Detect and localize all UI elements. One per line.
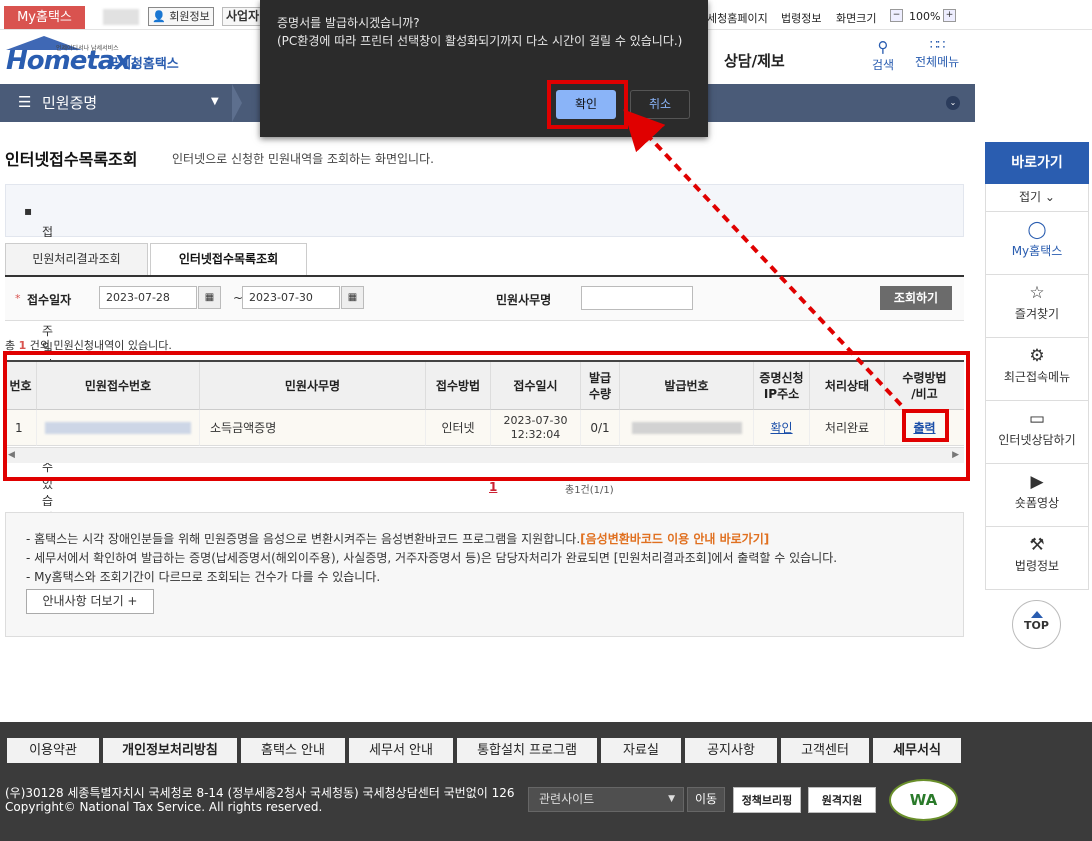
- annotation-arrow: [623, 109, 903, 407]
